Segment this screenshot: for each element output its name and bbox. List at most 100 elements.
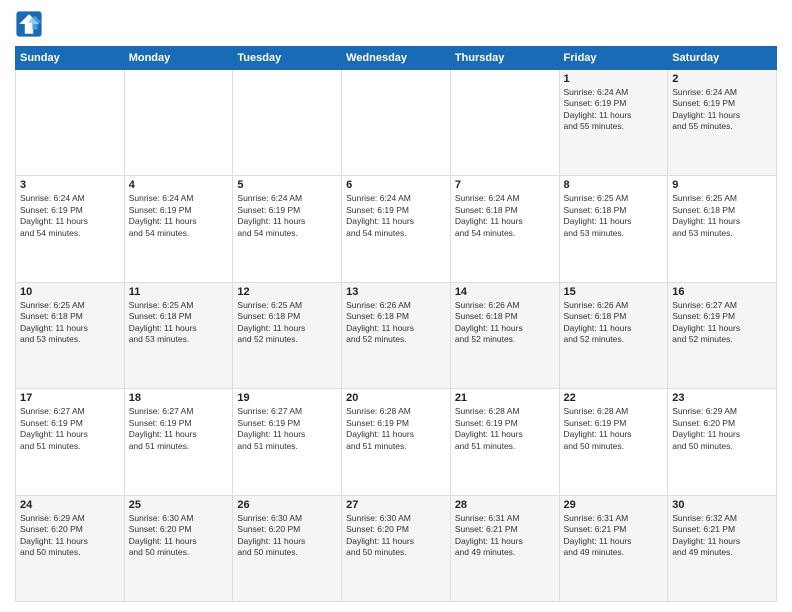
day-number: 8 bbox=[564, 179, 664, 191]
day-number: 16 bbox=[672, 286, 772, 298]
calendar-cell: 14Sunrise: 6:26 AM Sunset: 6:18 PM Dayli… bbox=[450, 282, 559, 388]
day-number: 11 bbox=[129, 286, 229, 298]
calendar-cell bbox=[233, 70, 342, 176]
calendar-cell: 25 Sunrise: 6:30 AM Sunset: 6:20 PM Dayli… bbox=[124, 495, 233, 601]
column-header-wednesday: Wednesday bbox=[342, 47, 451, 70]
day-info: Sunrise: 6:24 AM Sunset: 6:18 PM Dayligh… bbox=[455, 193, 555, 239]
day-number: 15 bbox=[564, 286, 664, 298]
logo-icon bbox=[15, 10, 43, 38]
day-info: Sunrise: 6:25 AM Sunset: 6:18 PM Dayligh… bbox=[672, 193, 772, 239]
day-number: 17 bbox=[20, 392, 120, 404]
calendar-cell: 6Sunrise: 6:24 AM Sunset: 6:19 PM Daylig… bbox=[342, 176, 451, 282]
column-header-monday: Monday bbox=[124, 47, 233, 70]
day-number: 10 bbox=[20, 286, 120, 298]
calendar-cell: 4Sunrise: 6:24 AM Sunset: 6:19 PM Daylig… bbox=[124, 176, 233, 282]
day-info: Sunrise: 6:24 AM Sunset: 6:19 PM Dayligh… bbox=[129, 193, 229, 239]
day-info: Sunrise: 6:27 AM Sunset: 6:19 PM Dayligh… bbox=[672, 300, 772, 346]
day-info: Sunrise: 6:25 AM Sunset: 6:18 PM Dayligh… bbox=[129, 300, 229, 346]
calendar-cell: 11 Sunrise: 6:25 AM Sunset: 6:18 PM Dayli… bbox=[124, 282, 233, 388]
calendar-cell: 3 Sunrise: 6:24 AM Sunset: 6:19 PM Daylig… bbox=[16, 176, 125, 282]
day-info: Sunrise: 6:27 AM Sunset: 6:19 PM Dayligh… bbox=[20, 406, 120, 452]
day-number: 20 bbox=[346, 392, 446, 404]
day-info: Sunrise: 6:28 AM Sunset: 6:19 PM Dayligh… bbox=[455, 406, 555, 452]
calendar-cell bbox=[16, 70, 125, 176]
calendar-week-3: 10 Sunrise: 6:25 AM Sunset: 6:18 PM Dayli… bbox=[16, 282, 777, 388]
day-number: 26 bbox=[237, 499, 337, 511]
calendar-cell: 2Sunrise: 6:24 AM Sunset: 6:19 PM Daylig… bbox=[668, 70, 777, 176]
day-info: Sunrise: 6:25 AM Sunset: 6:18 PM Dayligh… bbox=[237, 300, 337, 346]
calendar-week-4: 17 Sunrise: 6:27 AM Sunset: 6:19 PM Dayli… bbox=[16, 389, 777, 495]
calendar-cell: 7 Sunrise: 6:24 AM Sunset: 6:18 PM Daylig… bbox=[450, 176, 559, 282]
day-number: 25 bbox=[129, 499, 229, 511]
column-header-saturday: Saturday bbox=[668, 47, 777, 70]
day-info: Sunrise: 6:30 AM Sunset: 6:20 PM Dayligh… bbox=[237, 513, 337, 559]
calendar-cell: 21 Sunrise: 6:28 AM Sunset: 6:19 PM Dayli… bbox=[450, 389, 559, 495]
day-info: Sunrise: 6:27 AM Sunset: 6:19 PM Dayligh… bbox=[129, 406, 229, 452]
day-info: Sunrise: 6:28 AM Sunset: 6:19 PM Dayligh… bbox=[346, 406, 446, 452]
calendar-cell: 12 Sunrise: 6:25 AM Sunset: 6:18 PM Dayli… bbox=[233, 282, 342, 388]
day-number: 19 bbox=[237, 392, 337, 404]
day-info: Sunrise: 6:25 AM Sunset: 6:18 PM Dayligh… bbox=[564, 193, 664, 239]
calendar-cell: 24Sunrise: 6:29 AM Sunset: 6:20 PM Dayli… bbox=[16, 495, 125, 601]
calendar-cell: 5 Sunrise: 6:24 AM Sunset: 6:19 PM Daylig… bbox=[233, 176, 342, 282]
day-info: Sunrise: 6:30 AM Sunset: 6:20 PM Dayligh… bbox=[129, 513, 229, 559]
day-info: Sunrise: 6:32 AM Sunset: 6:21 PM Dayligh… bbox=[672, 513, 772, 559]
calendar-cell: 18Sunrise: 6:27 AM Sunset: 6:19 PM Dayli… bbox=[124, 389, 233, 495]
day-number: 12 bbox=[237, 286, 337, 298]
day-number: 27 bbox=[346, 499, 446, 511]
calendar-cell: 10 Sunrise: 6:25 AM Sunset: 6:18 PM Dayli… bbox=[16, 282, 125, 388]
calendar-cell: 13 Sunrise: 6:26 AM Sunset: 6:18 PM Dayli… bbox=[342, 282, 451, 388]
calendar-cell: 26 Sunrise: 6:30 AM Sunset: 6:20 PM Dayli… bbox=[233, 495, 342, 601]
calendar-cell bbox=[124, 70, 233, 176]
calendar-header: SundayMondayTuesdayWednesdayThursdayFrid… bbox=[16, 47, 777, 70]
day-number: 21 bbox=[455, 392, 555, 404]
day-info: Sunrise: 6:27 AM Sunset: 6:19 PM Dayligh… bbox=[237, 406, 337, 452]
calendar-cell: 17 Sunrise: 6:27 AM Sunset: 6:19 PM Dayli… bbox=[16, 389, 125, 495]
day-info: Sunrise: 6:26 AM Sunset: 6:18 PM Dayligh… bbox=[564, 300, 664, 346]
day-number: 7 bbox=[455, 179, 555, 191]
day-number: 1 bbox=[564, 73, 664, 85]
day-info: Sunrise: 6:24 AM Sunset: 6:19 PM Dayligh… bbox=[564, 87, 664, 133]
calendar-body: 1 Sunrise: 6:24 AM Sunset: 6:19 PM Daylig… bbox=[16, 70, 777, 602]
day-info: Sunrise: 6:24 AM Sunset: 6:19 PM Dayligh… bbox=[20, 193, 120, 239]
calendar-table: SundayMondayTuesdayWednesdayThursdayFrid… bbox=[15, 46, 777, 602]
day-number: 3 bbox=[20, 179, 120, 191]
day-info: Sunrise: 6:24 AM Sunset: 6:19 PM Dayligh… bbox=[672, 87, 772, 133]
calendar-week-2: 3 Sunrise: 6:24 AM Sunset: 6:19 PM Daylig… bbox=[16, 176, 777, 282]
column-header-friday: Friday bbox=[559, 47, 668, 70]
calendar-cell: 28 Sunrise: 6:31 AM Sunset: 6:21 PM Dayli… bbox=[450, 495, 559, 601]
column-header-tuesday: Tuesday bbox=[233, 47, 342, 70]
day-number: 24 bbox=[20, 499, 120, 511]
page: SundayMondayTuesdayWednesdayThursdayFrid… bbox=[0, 0, 792, 612]
calendar-cell: 19 Sunrise: 6:27 AM Sunset: 6:19 PM Dayli… bbox=[233, 389, 342, 495]
day-number: 13 bbox=[346, 286, 446, 298]
calendar-cell: 15 Sunrise: 6:26 AM Sunset: 6:18 PM Dayli… bbox=[559, 282, 668, 388]
logo bbox=[15, 10, 47, 38]
day-info: Sunrise: 6:26 AM Sunset: 6:18 PM Dayligh… bbox=[346, 300, 446, 346]
day-number: 6 bbox=[346, 179, 446, 191]
day-info: Sunrise: 6:25 AM Sunset: 6:18 PM Dayligh… bbox=[20, 300, 120, 346]
calendar-cell: 8 Sunrise: 6:25 AM Sunset: 6:18 PM Daylig… bbox=[559, 176, 668, 282]
day-number: 30 bbox=[672, 499, 772, 511]
calendar-cell: 1 Sunrise: 6:24 AM Sunset: 6:19 PM Daylig… bbox=[559, 70, 668, 176]
calendar-cell: 16 Sunrise: 6:27 AM Sunset: 6:19 PM Dayli… bbox=[668, 282, 777, 388]
column-header-thursday: Thursday bbox=[450, 47, 559, 70]
day-info: Sunrise: 6:24 AM Sunset: 6:19 PM Dayligh… bbox=[237, 193, 337, 239]
calendar-cell: 23 Sunrise: 6:29 AM Sunset: 6:20 PM Dayli… bbox=[668, 389, 777, 495]
day-info: Sunrise: 6:31 AM Sunset: 6:21 PM Dayligh… bbox=[564, 513, 664, 559]
calendar-cell: 22Sunrise: 6:28 AM Sunset: 6:19 PM Dayli… bbox=[559, 389, 668, 495]
day-number: 9 bbox=[672, 179, 772, 191]
day-info: Sunrise: 6:30 AM Sunset: 6:20 PM Dayligh… bbox=[346, 513, 446, 559]
calendar-cell: 9 Sunrise: 6:25 AM Sunset: 6:18 PM Daylig… bbox=[668, 176, 777, 282]
day-number: 28 bbox=[455, 499, 555, 511]
calendar-cell: 20 Sunrise: 6:28 AM Sunset: 6:19 PM Dayli… bbox=[342, 389, 451, 495]
day-number: 5 bbox=[237, 179, 337, 191]
calendar-cell: 30 Sunrise: 6:32 AM Sunset: 6:21 PM Dayli… bbox=[668, 495, 777, 601]
day-number: 29 bbox=[564, 499, 664, 511]
header bbox=[15, 10, 777, 38]
day-number: 23 bbox=[672, 392, 772, 404]
calendar-cell: 27 Sunrise: 6:30 AM Sunset: 6:20 PM Dayli… bbox=[342, 495, 451, 601]
day-info: Sunrise: 6:29 AM Sunset: 6:20 PM Dayligh… bbox=[672, 406, 772, 452]
day-info: Sunrise: 6:31 AM Sunset: 6:21 PM Dayligh… bbox=[455, 513, 555, 559]
column-header-sunday: Sunday bbox=[16, 47, 125, 70]
